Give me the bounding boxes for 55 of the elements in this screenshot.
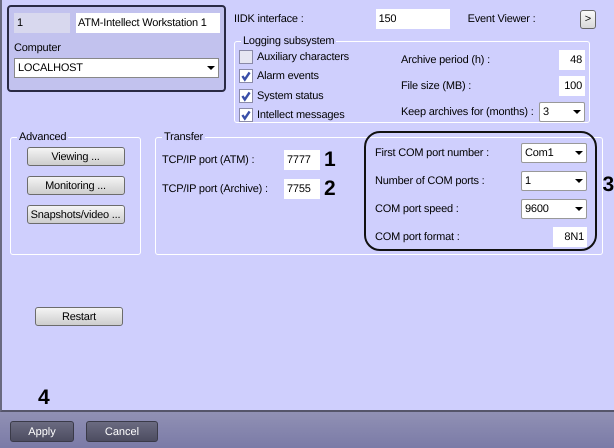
iidk-label: IIDK interface : (234, 13, 304, 25)
checkbox-label: Alarm events (257, 70, 319, 82)
caret-icon (575, 207, 583, 211)
port-field[interactable]: 7755 (284, 178, 320, 198)
advanced-title: Advanced (18, 131, 68, 143)
callout-number: 4 (38, 388, 50, 408)
setting-label: Keep archives for (months) : (401, 106, 534, 118)
advanced-button[interactable]: Monitoring ... (26, 176, 124, 195)
restart-button[interactable]: Restart (35, 307, 123, 326)
check-icon (240, 70, 252, 82)
advanced-button[interactable]: Viewing ... (26, 147, 124, 166)
setting-label: File size (MB) : (401, 80, 472, 92)
setting-dropdown[interactable]: 3 (539, 102, 585, 122)
event-viewer-label: Event Viewer : (468, 13, 536, 25)
callout-number: 1 (324, 150, 336, 170)
checkbox-label: Intellect messages (257, 109, 344, 122)
setting-field[interactable]: 100 (559, 76, 585, 96)
callout-number: 2 (324, 178, 336, 198)
caret-icon (207, 66, 215, 70)
name-field[interactable]: ATM-Intellect Workstation 1 (76, 13, 220, 33)
com-label: COM port speed : (375, 203, 459, 215)
computer-label: Computer (14, 42, 62, 54)
caret-icon (573, 110, 581, 114)
check-icon (240, 90, 252, 102)
transfer-title: Transfer (163, 131, 204, 143)
footer-button[interactable]: Cancel (86, 421, 158, 442)
caret-icon (575, 151, 583, 155)
checkbox-label: Auxiliary characters (257, 50, 349, 63)
logging-title: Logging subsystem (242, 35, 336, 47)
com-field[interactable]: 8N1 (553, 227, 587, 247)
checkbox-label: System status (257, 90, 324, 102)
computer-dropdown[interactable]: LOCALHOST (14, 58, 219, 78)
footer-button[interactable]: Apply (10, 421, 74, 442)
com-dropdown[interactable]: 9600 (521, 199, 587, 219)
checkbox[interactable] (239, 108, 253, 122)
setting-field[interactable]: 48 (559, 50, 585, 70)
com-label: Number of COM ports : (375, 175, 484, 187)
event-viewer-button[interactable]: > (580, 10, 596, 28)
port-label: TCP/IP port (Archive) : (162, 182, 269, 194)
com-label: First COM port number : (375, 147, 489, 159)
port-field[interactable]: 7777 (284, 150, 320, 170)
id-field[interactable]: 1 (14, 13, 70, 33)
callout-number: 3 (602, 175, 614, 195)
checkbox[interactable] (239, 50, 253, 64)
check-icon (240, 109, 252, 122)
com-label: COM port format : (375, 231, 460, 243)
com-dropdown[interactable]: Com1 (521, 143, 587, 163)
caret-icon (575, 179, 583, 183)
com-dropdown[interactable]: 1 (521, 171, 587, 191)
checkbox[interactable] (239, 69, 253, 84)
port-label: TCP/IP port (ATM) : (162, 154, 256, 166)
advanced-button[interactable]: Snapshots/video ... (26, 205, 124, 224)
checkbox[interactable] (239, 88, 253, 103)
iidk-field[interactable]: 150 (376, 9, 450, 29)
setting-label: Archive period (h) : (401, 54, 490, 66)
